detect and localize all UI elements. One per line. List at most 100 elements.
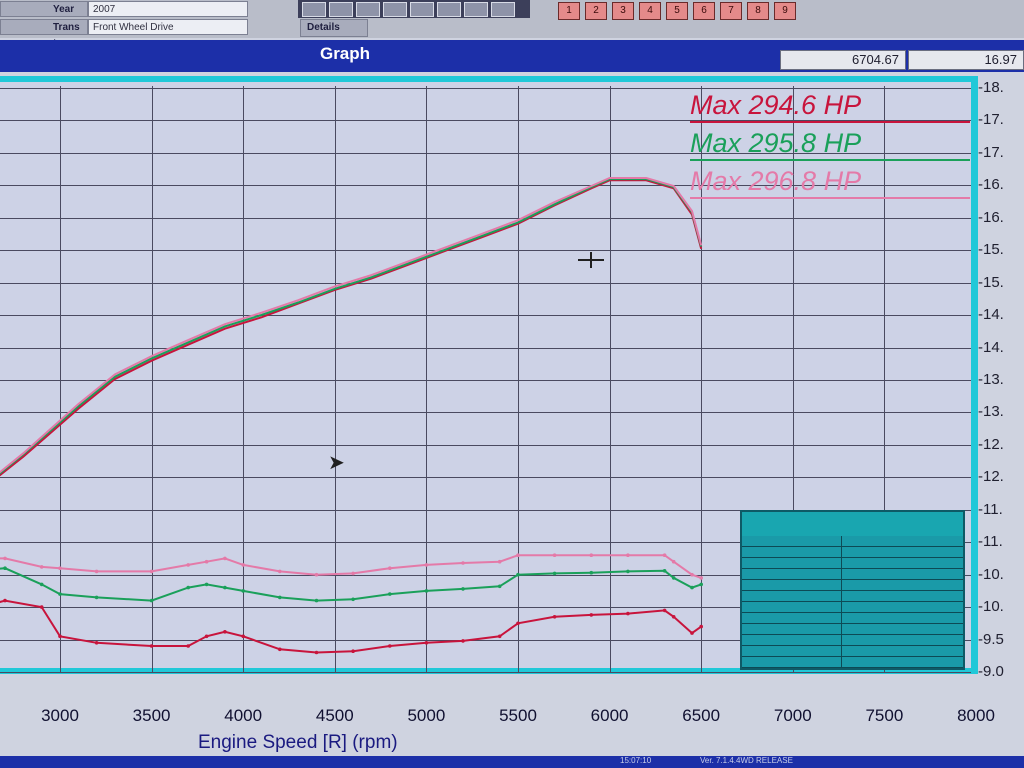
y-tick-label: -11.	[978, 500, 1003, 518]
info-table-row	[742, 657, 963, 668]
torque-curve-point	[589, 613, 594, 617]
torque-curve-point	[58, 634, 62, 639]
x-tick-label: 7500	[865, 706, 904, 725]
torque-curve-point	[3, 598, 7, 603]
power-curve-line-2	[0, 178, 703, 475]
torque-curve-point	[278, 569, 282, 574]
y-tick-label: -18.	[978, 79, 1004, 96]
torque-curve-point	[662, 553, 667, 557]
y-tick-label: -11.	[978, 533, 1003, 551]
torque-curve-point	[223, 556, 227, 561]
y-tick-label: -12.	[978, 468, 1004, 486]
torque-curve-point	[671, 559, 676, 564]
x-tick-label: 4000	[224, 706, 263, 725]
info-table-row	[742, 602, 963, 613]
torque-curve-point	[94, 595, 99, 600]
torque-curve-point	[699, 576, 703, 580]
info-table-header	[742, 512, 963, 536]
torque-curve-point	[241, 589, 245, 593]
torque-curve-line-3	[0, 554, 702, 579]
torque-curve-point	[662, 608, 667, 613]
info-table-rows	[742, 536, 963, 668]
y-tick-label: -9.0	[978, 663, 1004, 680]
torque-curve-point	[690, 572, 694, 577]
info-key-cell	[742, 602, 842, 613]
torque-curve-point	[497, 634, 502, 639]
info-key-cell	[742, 547, 842, 558]
info-value-cell	[842, 657, 963, 668]
info-value-cell	[842, 580, 963, 591]
torque-curve-point	[671, 615, 676, 619]
torque-curve-point	[690, 631, 694, 635]
info-value-cell	[842, 569, 963, 580]
y-tick-label: -16.	[978, 208, 1004, 226]
torque-curve-point	[149, 598, 154, 603]
y-tick-label: -13.	[978, 403, 1004, 421]
y-tick-label: -14.	[978, 338, 1004, 356]
x-tick-label: 6000	[590, 706, 629, 725]
torque-curve-point	[388, 644, 392, 648]
power-curve-line-3	[0, 177, 703, 474]
info-value-cell	[842, 624, 963, 635]
torque-curve-point	[662, 569, 667, 573]
y-tick-label: -17.	[978, 143, 1004, 161]
torque-curve-point	[204, 559, 209, 564]
x-tick-label: 3000	[41, 706, 79, 725]
torque-curve-point	[497, 559, 502, 564]
info-key-cell	[742, 635, 842, 646]
info-table-row	[742, 536, 963, 547]
torque-curve-point	[351, 597, 355, 602]
y-tick-label: -17.	[978, 111, 1004, 129]
torque-curve-point	[626, 611, 630, 616]
power-curve-line-1	[0, 179, 703, 477]
info-key-cell	[742, 580, 842, 591]
info-table-row	[742, 613, 963, 624]
torque-curve-point	[388, 566, 392, 570]
y-tick-label: -10.	[978, 565, 1004, 583]
legend-pink: Max 296.8 HP	[690, 166, 970, 199]
torque-curve-point	[424, 641, 429, 645]
torque-curve-point	[223, 585, 227, 590]
torque-curve-point	[516, 621, 520, 626]
y-tick-label: -12.	[978, 435, 1004, 453]
torque-curve-point	[552, 571, 557, 576]
info-value-cell	[842, 646, 963, 657]
mouse-pointer-icon: ➤	[328, 452, 345, 474]
torque-curve-point	[351, 649, 355, 653]
torque-curve-point	[516, 572, 520, 577]
x-axis-label: Engine Speed [R] (rpm)	[198, 732, 398, 753]
x-tick-label: 6500	[682, 706, 721, 725]
info-key-cell	[742, 657, 842, 668]
y-tick-label: -13.	[978, 371, 1004, 388]
torque-curve-point	[461, 561, 465, 565]
info-key-cell	[742, 613, 842, 624]
info-value-cell	[842, 558, 963, 569]
torque-curve-point	[149, 569, 154, 574]
torque-curve-point	[589, 570, 594, 575]
torque-curve-point	[3, 556, 7, 561]
y-tick-label: -14.	[978, 306, 1004, 324]
torque-curve-point	[186, 644, 190, 648]
torque-curve-point	[388, 592, 392, 596]
info-key-cell	[742, 624, 842, 635]
status-time: 15:07:10	[620, 756, 652, 765]
torque-curve-point	[314, 650, 319, 655]
status-version: Ver. 7.1.4.4WD RELEASE	[700, 756, 793, 765]
torque-curve-point	[278, 647, 282, 652]
torque-curve-point	[552, 615, 557, 619]
torque-curve-point	[204, 634, 209, 639]
status-bar	[0, 756, 1024, 768]
info-value-cell	[842, 591, 963, 602]
torque-curve-point	[351, 571, 355, 576]
torque-curve-point	[94, 641, 99, 645]
torque-curve-point	[241, 634, 245, 639]
y-tick-label: -16.	[978, 176, 1004, 194]
crosshair-cursor-icon	[578, 252, 604, 268]
torque-curve-point	[58, 592, 62, 596]
info-value-cell	[842, 602, 963, 613]
torque-curve-point	[3, 566, 7, 570]
torque-curve-point	[186, 585, 190, 590]
torque-curve-point	[424, 589, 429, 593]
torque-curve-point	[626, 553, 630, 557]
info-table-row	[742, 558, 963, 569]
